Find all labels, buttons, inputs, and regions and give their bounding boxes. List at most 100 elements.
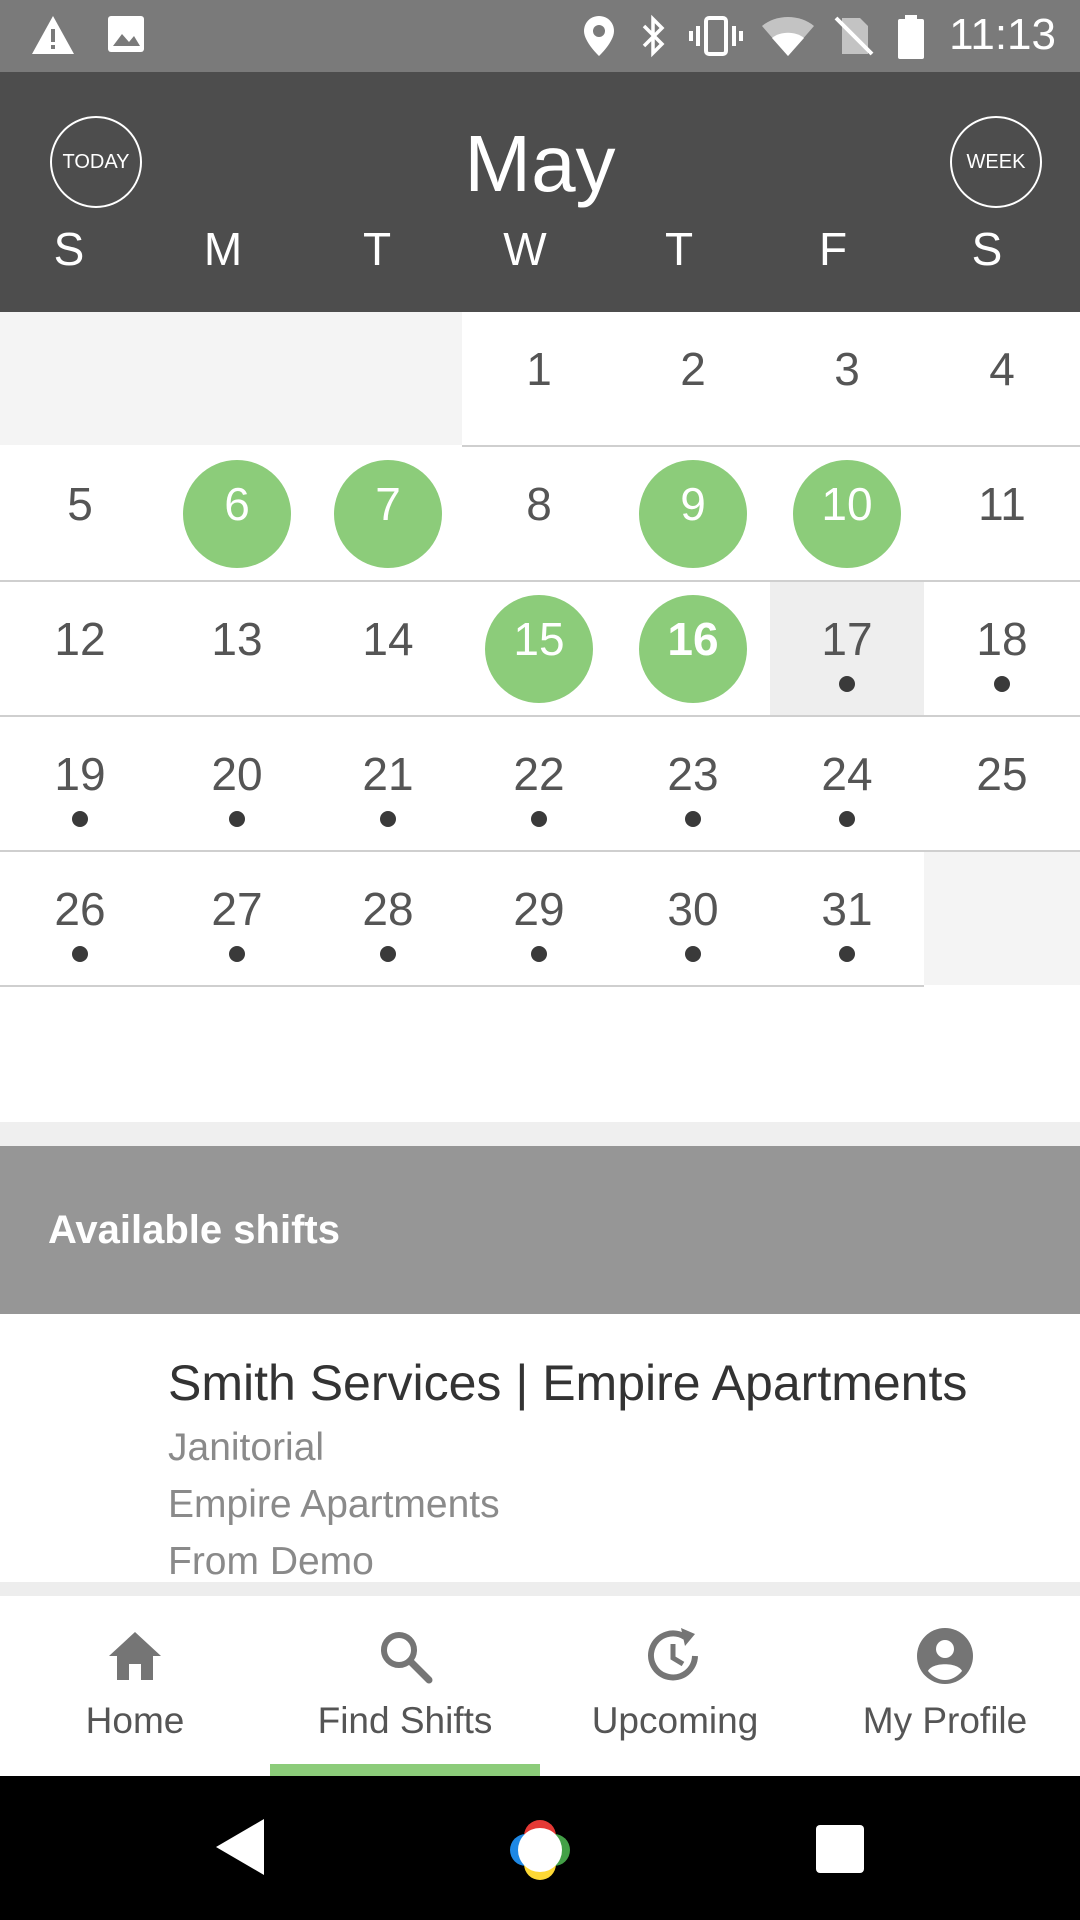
event-dot xyxy=(380,811,396,827)
shift-source: From Demo xyxy=(168,1540,374,1583)
shift-list-item[interactable]: Smith Services | Empire Apartments Janit… xyxy=(0,1314,1080,1584)
nav-my-profile[interactable]: My Profile xyxy=(810,1596,1080,1776)
empty-day-cell xyxy=(0,312,160,445)
assistant-home-icon[interactable] xyxy=(504,1814,576,1891)
day-number: 18 xyxy=(976,613,1028,665)
day-number: 13 xyxy=(211,613,263,665)
event-dot xyxy=(229,946,245,962)
shift-title: Smith Services | Empire Apartments xyxy=(168,1355,968,1411)
calendar-day-cell[interactable]: 22 xyxy=(462,717,616,850)
calendar-week-row: 1 2 3 4 xyxy=(0,312,1080,447)
event-dot xyxy=(531,811,547,827)
day-number: 12 xyxy=(54,613,106,665)
calendar-day-cell[interactable]: 14 xyxy=(314,582,462,715)
nav-label: Find Shifts xyxy=(317,1700,493,1741)
day-number: 19 xyxy=(54,748,106,800)
account-icon xyxy=(915,1626,975,1686)
calendar-day-cell[interactable]: 19 xyxy=(0,717,160,850)
calendar-day-cell[interactable]: 17 xyxy=(770,582,924,715)
history-icon xyxy=(645,1626,705,1686)
day-number: 6 xyxy=(224,478,250,530)
day-number: 7 xyxy=(375,478,401,530)
calendar-day-cell[interactable]: 20 xyxy=(160,717,314,850)
calendar-day-cell[interactable]: 7 xyxy=(314,447,462,580)
weekday-label: W xyxy=(503,223,547,275)
calendar-day-cell[interactable]: 21 xyxy=(314,717,462,850)
empty-day-cell xyxy=(924,852,1080,985)
calendar-day-cell[interactable]: 18 xyxy=(924,582,1080,715)
row-divider xyxy=(0,985,924,987)
event-dot xyxy=(839,946,855,962)
day-number: 30 xyxy=(667,883,719,935)
month-title: May xyxy=(464,119,616,208)
nav-upcoming[interactable]: Upcoming xyxy=(540,1596,810,1776)
calendar-day-cell[interactable]: 26 xyxy=(0,852,160,985)
event-dot xyxy=(229,811,245,827)
location-icon xyxy=(582,14,616,63)
event-dot xyxy=(72,946,88,962)
calendar-day-cell[interactable]: 24 xyxy=(770,717,924,850)
calendar-day-cell[interactable]: 29 xyxy=(462,852,616,985)
nav-find-shifts[interactable]: Find Shifts xyxy=(270,1596,540,1776)
event-dot xyxy=(839,676,855,692)
calendar-day-cell[interactable]: 5 xyxy=(0,447,160,580)
vibrate-icon xyxy=(688,14,744,63)
nav-label: My Profile xyxy=(862,1700,1028,1741)
nav-home[interactable]: Home xyxy=(0,1596,270,1776)
calendar-day-cell[interactable]: 13 xyxy=(160,582,314,715)
empty-day-cell xyxy=(160,312,314,445)
day-number: 17 xyxy=(821,613,873,665)
wifi-icon xyxy=(760,14,816,63)
battery-icon xyxy=(896,14,926,65)
calendar-day-cell[interactable]: 6 xyxy=(160,447,314,580)
divider xyxy=(0,1582,1080,1596)
day-number: 10 xyxy=(821,478,873,530)
bottom-navigation: Home Find Shifts Upcoming My Profile xyxy=(0,1596,1080,1776)
home-icon xyxy=(105,1626,165,1686)
calendar-header: TODAY May WEEK SMTWTFS xyxy=(0,72,1080,312)
calendar-day-cell[interactable]: 23 xyxy=(616,717,770,850)
calendar-day-cell[interactable]: 25 xyxy=(924,717,1080,850)
calendar-week-row: 12 13 14 15 16 17 18 xyxy=(0,582,1080,717)
calendar-day-cell[interactable]: 30 xyxy=(616,852,770,985)
day-number: 14 xyxy=(362,613,414,665)
calendar-day-cell[interactable]: 4 xyxy=(924,312,1080,445)
day-number: 3 xyxy=(834,343,860,395)
back-icon[interactable] xyxy=(212,1816,268,1883)
calendar-day-cell[interactable]: 16 xyxy=(616,582,770,715)
calendar-day-cell[interactable]: 28 xyxy=(314,852,462,985)
weekday-label: S xyxy=(971,223,1003,275)
calendar-day-cell[interactable]: 11 xyxy=(924,447,1080,580)
week-view-button[interactable]: WEEK xyxy=(950,116,1042,208)
calendar-day-cell[interactable]: 9 xyxy=(616,447,770,580)
status-time: 11:13 xyxy=(949,10,1056,59)
calendar-week-row: 5 6 7 8 9 10 11 xyxy=(0,447,1080,582)
status-bar: 11:13 xyxy=(0,0,1080,72)
event-dot xyxy=(531,946,547,962)
day-number: 21 xyxy=(362,748,414,800)
event-dot xyxy=(685,811,701,827)
shift-category: Janitorial xyxy=(168,1426,325,1469)
weekday-header: SMTWTFS xyxy=(0,222,1080,282)
day-number: 22 xyxy=(513,748,565,800)
calendar-day-cell[interactable]: 12 xyxy=(0,582,160,715)
available-shifts-header: Available shifts xyxy=(0,1146,1080,1314)
calendar-week-row: 19 20 21 22 23 24 25 xyxy=(0,717,1080,852)
calendar-day-cell[interactable]: 15 xyxy=(462,582,616,715)
divider xyxy=(0,1122,1080,1146)
calendar-day-cell[interactable]: 27 xyxy=(160,852,314,985)
recents-icon[interactable] xyxy=(815,1824,865,1879)
calendar-day-cell[interactable]: 1 xyxy=(462,312,616,445)
calendar-day-cell[interactable]: 10 xyxy=(770,447,924,580)
calendar-day-cell[interactable]: 8 xyxy=(462,447,616,580)
day-number: 29 xyxy=(513,883,565,935)
day-number: 2 xyxy=(680,343,706,395)
day-number: 11 xyxy=(978,478,1026,530)
calendar-day-cell[interactable]: 31 xyxy=(770,852,924,985)
calendar-day-cell[interactable]: 3 xyxy=(770,312,924,445)
day-number: 23 xyxy=(667,748,719,800)
nav-label: Upcoming xyxy=(591,1700,759,1741)
day-number: 27 xyxy=(211,883,263,935)
shift-location: Empire Apartments xyxy=(168,1483,500,1526)
calendar-day-cell[interactable]: 2 xyxy=(616,312,770,445)
